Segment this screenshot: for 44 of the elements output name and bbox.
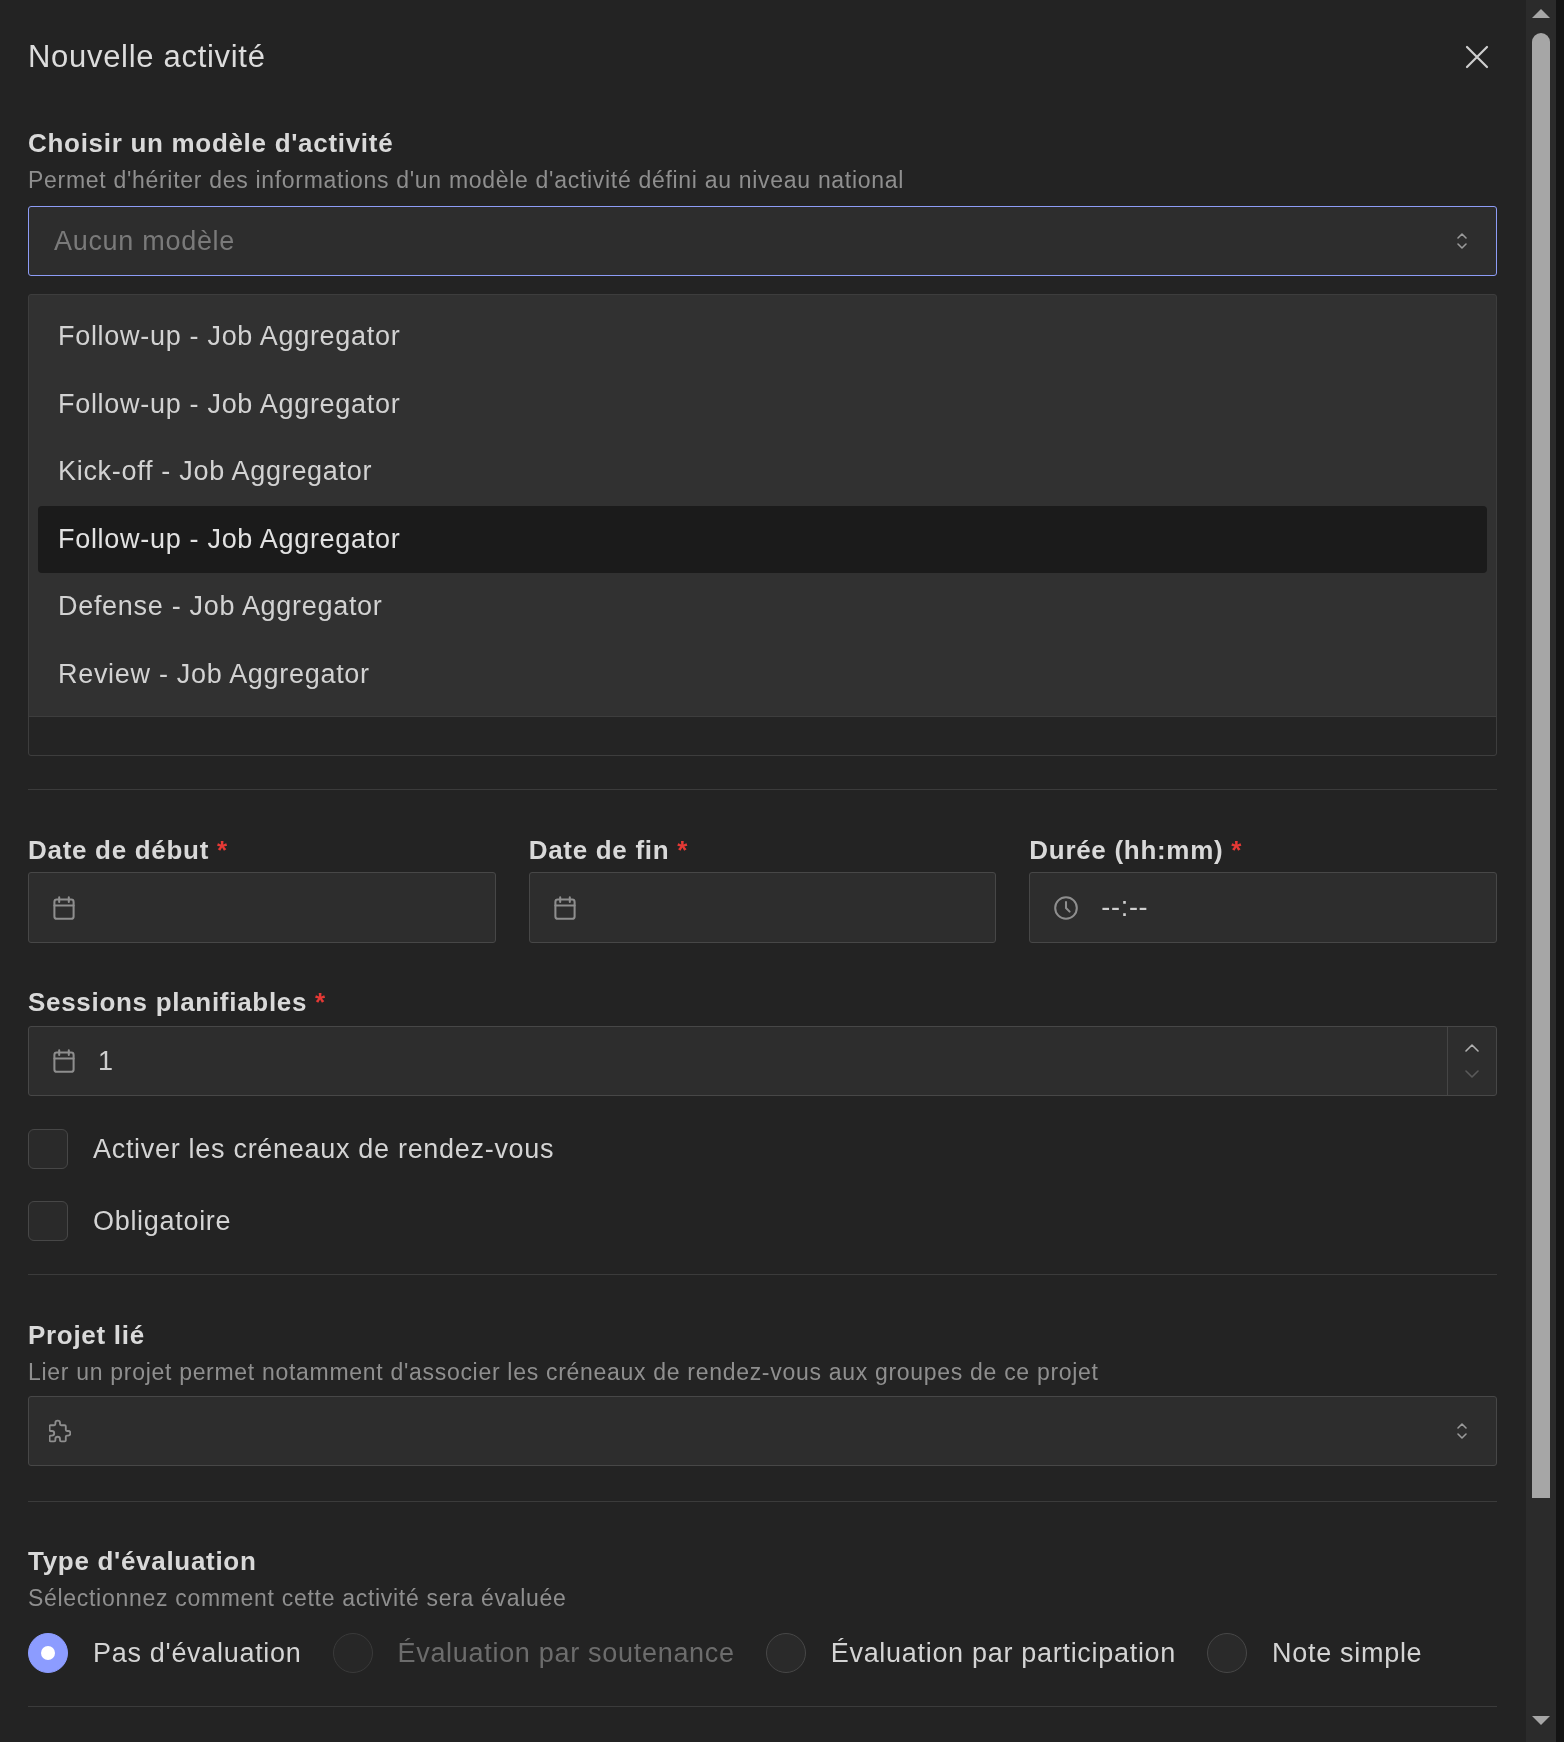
close-icon[interactable] [1465,45,1489,69]
dropdown-option[interactable]: Defense - Job Aggregator [38,573,1487,641]
number-field[interactable]: 1 [28,1026,1497,1096]
dropdown-option[interactable]: Follow-up - Job Aggregator [38,505,1487,573]
dropdown-option[interactable]: Follow-up - Job Aggregator [38,370,1487,438]
date-field[interactable] [528,872,997,943]
calendar-icon [553,895,576,920]
section-label: Choisir un modèle d'activité [28,128,395,158]
radio-button[interactable] [765,1633,806,1673]
updown-chevron-icon[interactable] [1456,231,1468,251]
radio-label[interactable]: Pas d'évaluation [93,1637,302,1669]
section-label: Projet lié [28,1320,146,1350]
checkbox[interactable] [28,1129,68,1169]
scrollbar-thumb[interactable] [1532,33,1550,1498]
clock-icon [1054,895,1079,920]
radio-label[interactable]: Évaluation par participation [830,1637,1177,1669]
checkbox-label[interactable]: Activer les créneaux de rendez-vous [93,1133,555,1165]
scroll-down-arrow-icon[interactable] [1532,1716,1550,1725]
chevron-up-icon[interactable] [1465,1044,1479,1053]
updown-chevron-icon[interactable] [1456,1421,1468,1441]
dropdown-option[interactable]: Follow-up - Job Aggregator [38,303,1487,371]
field-label: Durée (hh:mm) * [1029,835,1244,865]
puzzle-icon [49,1419,71,1443]
dropdown-option[interactable]: Review - Job Aggregator [38,640,1487,708]
field-label: Date de fin * [528,835,690,865]
checkbox-label[interactable]: Obligatoire [93,1205,232,1237]
date-field[interactable] [28,872,496,943]
section-description: Sélectionnez comment cette activité sera évaluée [28,1585,568,1611]
dropdown-option[interactable]: Kick-off - Job Aggregator [38,438,1487,506]
checkbox[interactable] [28,1201,68,1241]
field-label: Sessions planifiables * [28,987,327,1017]
radio-label[interactable]: Note simple [1272,1637,1423,1669]
calendar-icon [53,1049,75,1073]
scrollbar[interactable] [1526,0,1564,1742]
section-description: Lier un projet permet notamment d'associer les créneaux de rendez-vous aux groupes de ce projet [28,1359,1100,1385]
section-description: Permet d'hériter des informations d'un modèle d'activité défini au niveau national [28,167,906,193]
scroll-up-arrow-icon[interactable] [1532,9,1550,18]
field-label: Date de début * [28,835,229,865]
radio-button[interactable] [1207,1633,1248,1673]
radio-button[interactable] [28,1633,68,1673]
time-field[interactable]: --:-- [1029,872,1497,943]
section-label: Type d'évaluation [28,1546,258,1576]
dialog-title: Nouvelle activité [28,39,266,75]
calendar-icon [53,895,75,920]
